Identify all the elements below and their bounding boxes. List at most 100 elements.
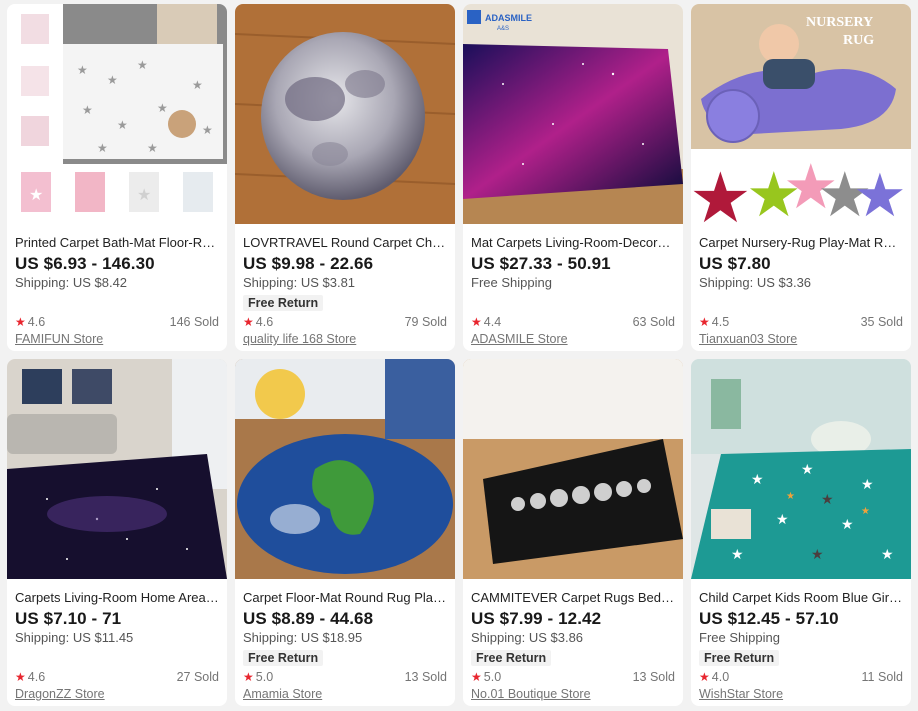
- galaxy-livingroom-rug-image[interactable]: [7, 359, 227, 579]
- store-link[interactable]: No.01 Boutique Store: [471, 687, 675, 701]
- shipping-info: Free Shipping: [699, 630, 780, 645]
- star-rug-collage-image[interactable]: ★ ★ ★ ★ ★ ★ ★ ★ ★ ★ ★ ★: [7, 4, 227, 224]
- svg-text:★: ★: [841, 516, 854, 532]
- shipping-info: Shipping: US $3.81: [243, 275, 356, 290]
- earth-rug-image[interactable]: [235, 359, 455, 579]
- sold-count: 63 Sold: [632, 315, 675, 329]
- free-return-badge: Free Return: [699, 650, 780, 666]
- svg-text:★: ★: [731, 546, 744, 562]
- shipping-info: Shipping: US $11.45: [15, 630, 134, 645]
- star-icon: ★: [15, 670, 26, 684]
- svg-text:★: ★: [117, 118, 128, 132]
- star-icon: ★: [243, 315, 254, 329]
- free-return-badge: Free Return: [243, 295, 324, 311]
- svg-text:★: ★: [881, 546, 894, 562]
- rating-value: 4.4: [483, 315, 502, 329]
- product-card[interactable]: ADASMILE A&S Mat Carpets Living-Room-Dec…: [463, 4, 683, 351]
- rating-value: 4.6: [255, 315, 274, 329]
- free-return-badge: Free Return: [243, 650, 324, 666]
- star-icon: ★: [471, 670, 482, 684]
- star-icon: ★: [699, 315, 710, 329]
- galaxy-rug-image[interactable]: ADASMILE A&S: [463, 4, 683, 224]
- product-title[interactable]: Mat Carpets Living-Room-Decorati...: [471, 235, 675, 250]
- svg-text:★: ★: [776, 511, 789, 527]
- product-price: US $27.33 - 50.91: [471, 254, 611, 273]
- rating-value: 5.0: [255, 670, 274, 684]
- product-price: US $6.93 - 146.30: [15, 254, 155, 273]
- store-link[interactable]: FAMIFUN Store: [15, 332, 219, 346]
- product-card[interactable]: Carpet Floor-Mat Round Rug Plane... US $…: [235, 359, 455, 706]
- moon-rug-image[interactable]: [235, 4, 455, 224]
- store-link[interactable]: ADASMILE Store: [471, 332, 675, 346]
- svg-text:★: ★: [82, 103, 93, 117]
- product-title[interactable]: CAMMITEVER Carpet Rugs Bedroo...: [471, 590, 675, 605]
- product-title[interactable]: Child Carpet Kids Room Blue Girls ...: [699, 590, 903, 605]
- svg-text:★: ★: [861, 506, 870, 517]
- product-price: US $8.89 - 44.68: [243, 609, 374, 628]
- rating-value: 4.5: [711, 315, 730, 329]
- rating-value: 4.6: [27, 315, 46, 329]
- sold-count: 79 Sold: [404, 315, 447, 329]
- product-card[interactable]: LOVRTRAVEL Round Carpet Chair-... US $9.…: [235, 4, 455, 351]
- product-price: US $7.10 - 71: [15, 609, 122, 628]
- product-title[interactable]: Carpet Floor-Mat Round Rug Plane...: [243, 590, 447, 605]
- product-price: US $9.98 - 22.66: [243, 254, 374, 273]
- store-link[interactable]: DragonZZ Store: [15, 687, 219, 701]
- store-link[interactable]: Amamia Store: [243, 687, 447, 701]
- star-icon: ★: [699, 670, 710, 684]
- store-link[interactable]: WishStar Store: [699, 687, 903, 701]
- svg-text:NURSERY: NURSERY: [806, 15, 873, 30]
- rating-value: 5.0: [483, 670, 502, 684]
- teal-star-rug-image[interactable]: ★ ★ ★ ★ ★ ★ ★ ★ ★ ★ ★: [691, 359, 911, 579]
- svg-text:★: ★: [97, 141, 108, 155]
- svg-text:★: ★: [137, 187, 151, 204]
- svg-text:★: ★: [861, 476, 874, 492]
- store-link[interactable]: Tianxuan03 Store: [699, 332, 903, 346]
- star-icon: ★: [471, 315, 482, 329]
- sold-count: 13 Sold: [632, 670, 675, 684]
- shipping-info: Free Shipping: [471, 275, 552, 290]
- nursery-star-rug-image[interactable]: NURSERY RUG ★ ★ ★ ★ ★: [691, 4, 911, 224]
- svg-text:★: ★: [29, 187, 43, 204]
- svg-text:★: ★: [751, 471, 764, 487]
- shipping-info: Shipping: US $3.36: [699, 275, 812, 290]
- product-price: US $7.99 - 12.42: [471, 609, 602, 628]
- svg-text:★: ★: [786, 491, 795, 502]
- svg-text:A&S: A&S: [497, 26, 509, 32]
- product-card[interactable]: ★ ★ ★ ★ ★ ★ ★ ★ ★ ★ ★ ★ Printed Carpet Bath-M: [7, 4, 227, 351]
- product-price: US $7.80: [699, 254, 771, 273]
- svg-text:★: ★: [202, 123, 213, 137]
- sold-count: 27 Sold: [176, 670, 219, 684]
- svg-text:★: ★: [691, 159, 752, 224]
- product-card[interactable]: ★ ★ ★ ★ ★ ★ ★ ★ ★ ★ ★ Child Carpet Kids Room Bl…: [691, 359, 911, 706]
- svg-text:★: ★: [137, 58, 148, 72]
- moon-phases-rug-image[interactable]: [463, 359, 683, 579]
- product-title[interactable]: Printed Carpet Bath-Mat Floor-Rug...: [15, 235, 219, 250]
- svg-text:★: ★: [77, 63, 88, 77]
- svg-text:★: ★: [147, 141, 158, 155]
- product-title[interactable]: Carpet Nursery-Rug Play-Mat Roo...: [699, 235, 903, 250]
- product-grid: ★ ★ ★ ★ ★ ★ ★ ★ ★ ★ ★ ★ Printed Carpet Bath-M: [7, 4, 911, 706]
- star-icon: ★: [243, 670, 254, 684]
- product-title[interactable]: LOVRTRAVEL Round Carpet Chair-...: [243, 235, 447, 250]
- svg-text:★: ★: [157, 101, 168, 115]
- sold-count: 35 Sold: [860, 315, 903, 329]
- rating-value: 4.6: [27, 670, 46, 684]
- product-card[interactable]: Carpets Living-Room Home Area-R... US $7…: [7, 359, 227, 706]
- svg-text:★: ★: [811, 546, 824, 562]
- sold-count: 13 Sold: [404, 670, 447, 684]
- free-return-badge: Free Return: [471, 650, 552, 666]
- product-price: US $12.45 - 57.10: [699, 609, 839, 628]
- product-title[interactable]: Carpets Living-Room Home Area-R...: [15, 590, 219, 605]
- shipping-info: Shipping: US $18.95: [243, 630, 363, 645]
- svg-text:★: ★: [192, 78, 203, 92]
- svg-text:★: ★: [107, 73, 118, 87]
- svg-text:★: ★: [853, 162, 907, 224]
- svg-text:RUG: RUG: [843, 33, 874, 48]
- product-card[interactable]: CAMMITEVER Carpet Rugs Bedroo... US $7.9…: [463, 359, 683, 706]
- product-card[interactable]: NURSERY RUG ★ ★ ★ ★ ★ Carpet Nursery-Rug…: [691, 4, 911, 351]
- star-icon: ★: [15, 315, 26, 329]
- shipping-info: Shipping: US $8.42: [15, 275, 128, 290]
- store-link[interactable]: quality life 168 Store: [243, 332, 447, 346]
- svg-text:★: ★: [801, 461, 814, 477]
